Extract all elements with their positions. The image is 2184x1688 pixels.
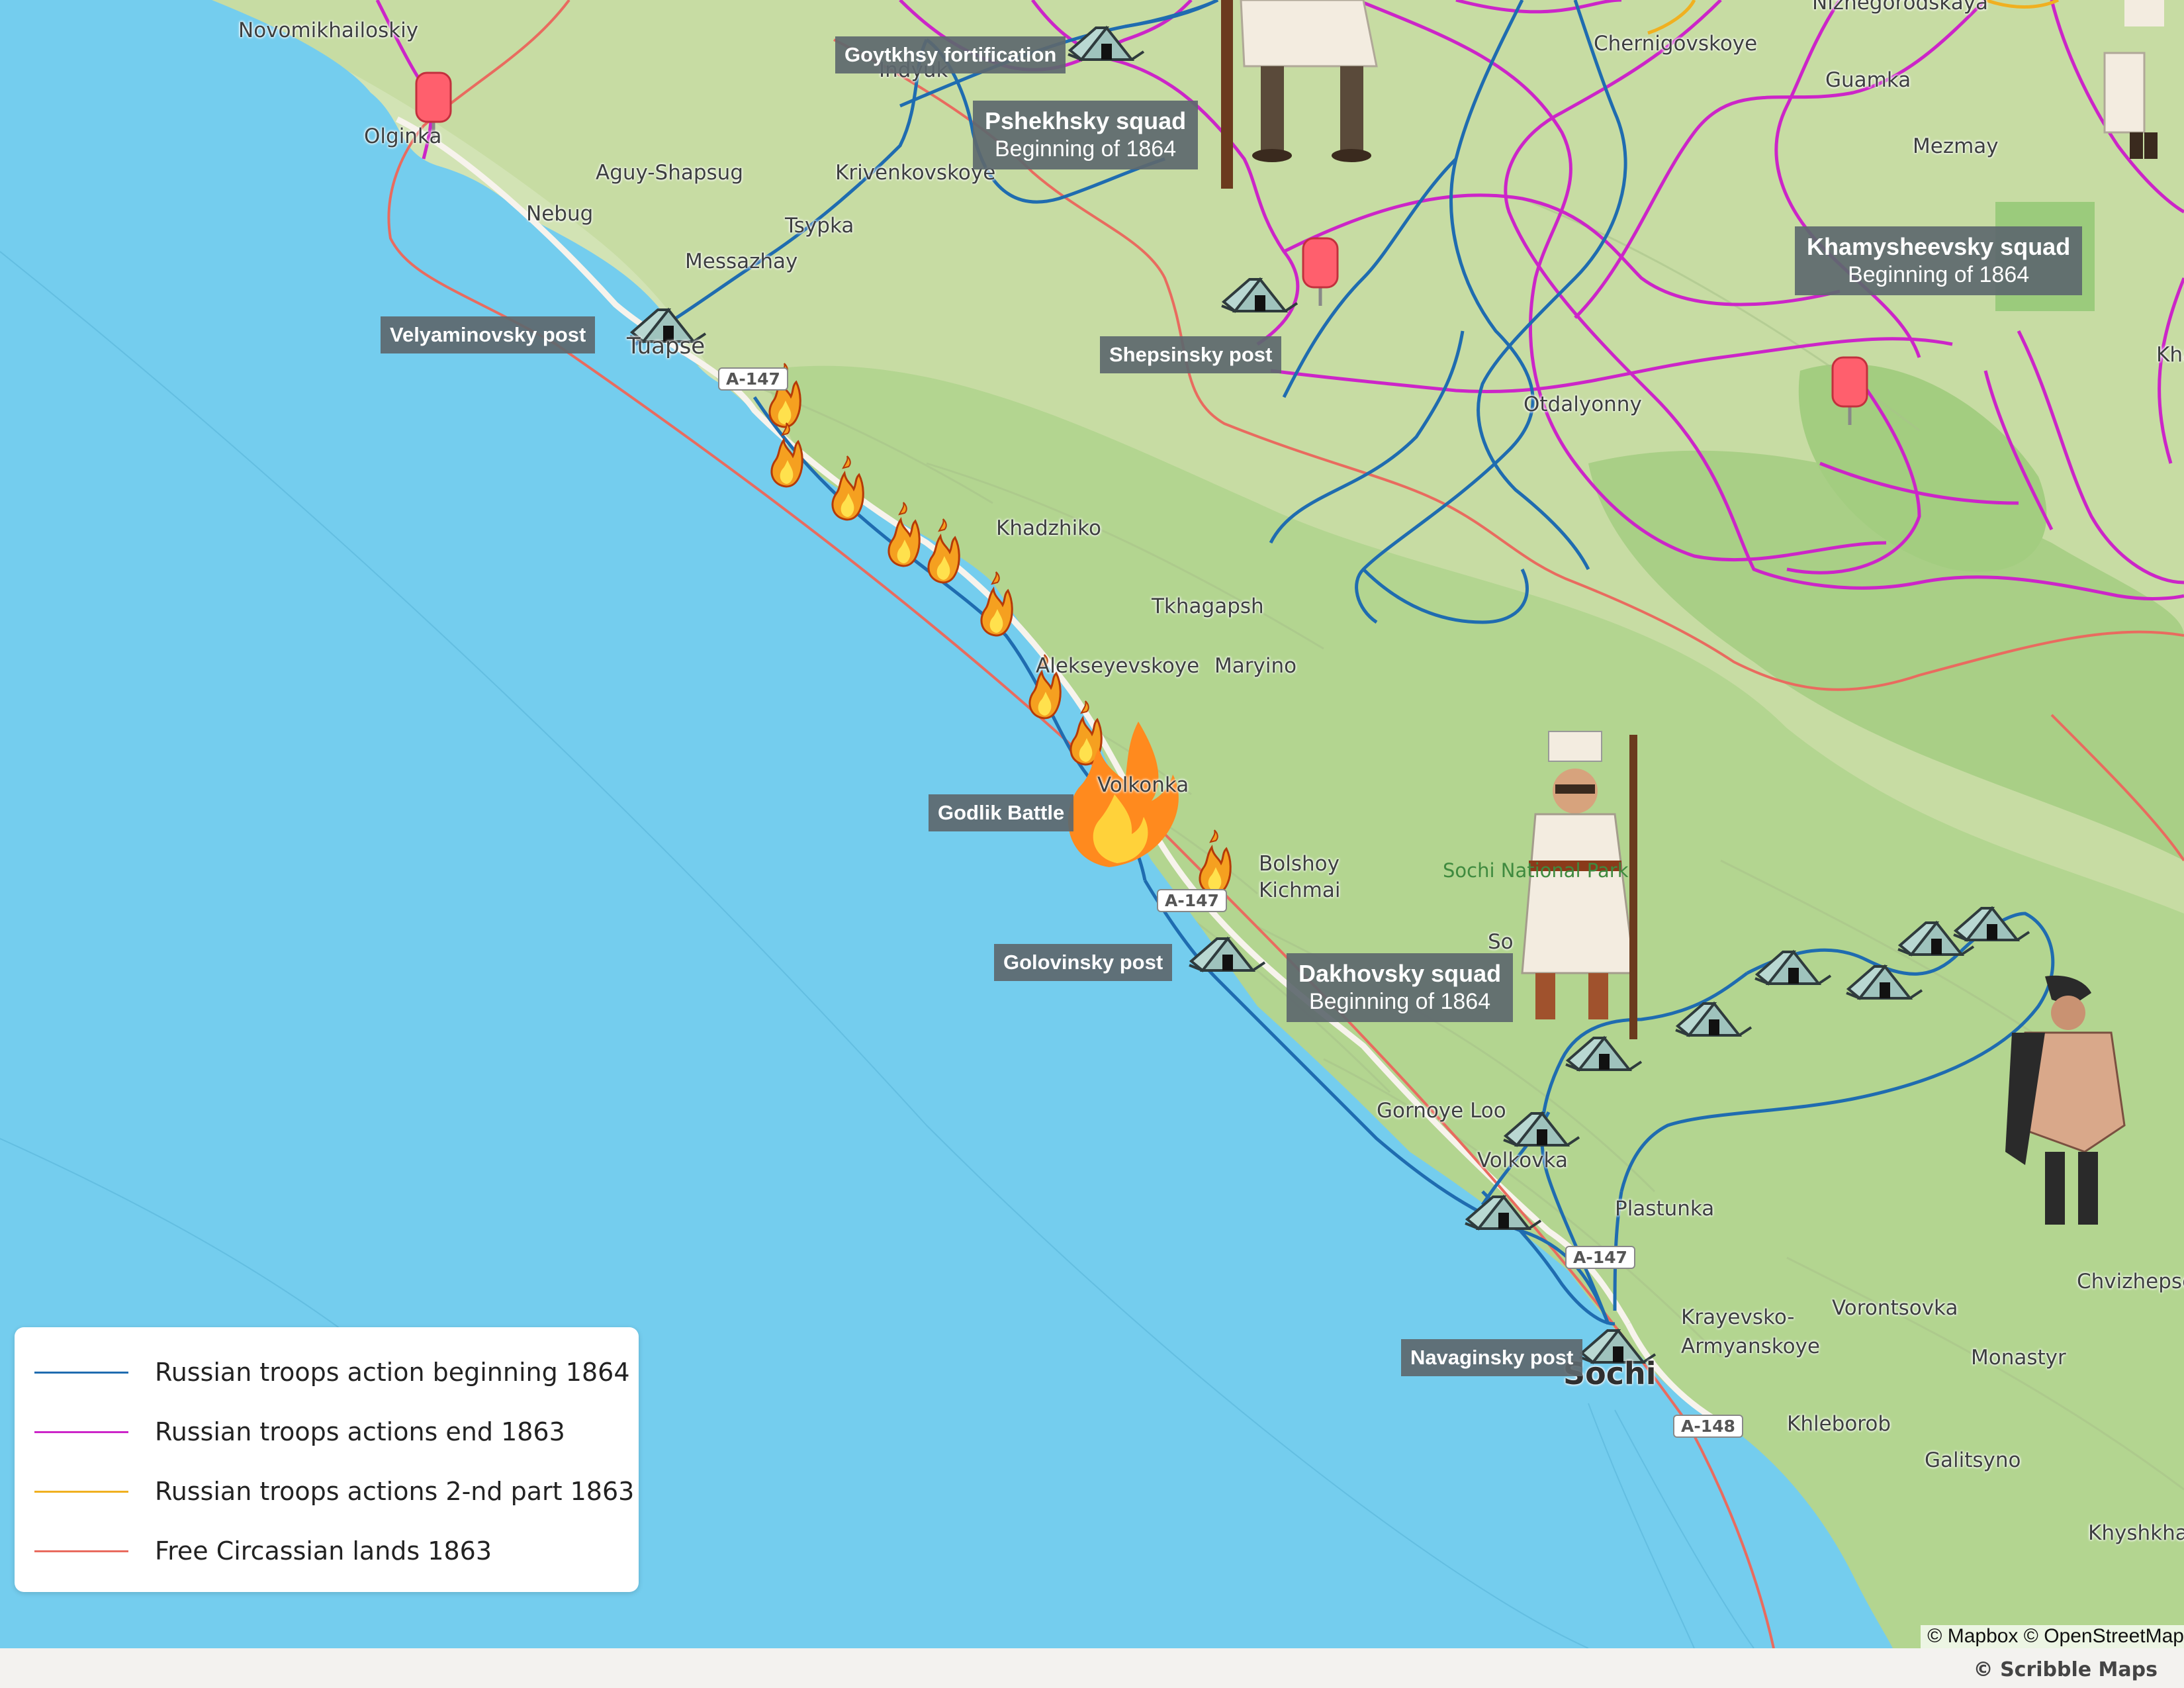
- town-label: Aguy-Shapsug: [596, 161, 743, 185]
- road-shield: A-147: [1157, 889, 1227, 912]
- post-label-navaginsky[interactable]: Navaginsky post: [1401, 1339, 1583, 1376]
- legend-swatch: [34, 1490, 128, 1493]
- legend-label: Free Circassian lands 1863: [155, 1536, 492, 1566]
- town-label: Chernigovskoye: [1594, 32, 1758, 56]
- town-label: Galitsyno: [1925, 1448, 2021, 1472]
- town-label: Tkhagapsh: [1152, 594, 1264, 618]
- town-label: Tsypka: [785, 214, 854, 238]
- town-label: Monastyr: [1971, 1346, 2066, 1370]
- road-shield: A-148: [1673, 1415, 1743, 1438]
- town-label: Bolshoy Kichmai: [1259, 852, 1341, 902]
- squad-name: Pshekhsky squad: [985, 107, 1187, 134]
- post-label-goytkhsy[interactable]: Goytkhsy fortification: [835, 36, 1066, 73]
- squad-label-dakhovsky[interactable]: Dakhovsky squad Beginning of 1864: [1287, 953, 1514, 1022]
- footer-bar: [0, 1648, 2184, 1688]
- post-label-velyaminovsky[interactable]: Velyaminovsky post: [381, 316, 596, 353]
- town-label: Plastunka: [1615, 1197, 1715, 1221]
- legend-swatch: [34, 1371, 128, 1374]
- legend-label: Russian troops actions end 1863: [155, 1417, 565, 1446]
- squad-date: Beginning of 1864: [1848, 262, 2030, 287]
- town-label: Gornoye Loo: [1377, 1099, 1506, 1123]
- town-label: Olginka: [364, 124, 442, 148]
- town-label: Otdalyonny: [1524, 393, 1642, 416]
- squad-name: Khamysheevsky squad: [1807, 233, 2071, 260]
- legend-label: Russian troops action beginning 1864: [155, 1358, 630, 1387]
- town-label: Khleborob: [1787, 1412, 1891, 1436]
- town-label: Volkovka: [1477, 1149, 1568, 1172]
- map-attribution[interactable]: © Mapbox © OpenStreetMap: [1921, 1625, 2184, 1650]
- squad-label-khamysheevsky[interactable]: Khamysheevsky squad Beginning of 1864: [1795, 226, 2083, 295]
- town-label: Krivenkovskoye: [835, 161, 996, 185]
- legend-label: Russian troops actions 2-nd part 1863: [155, 1477, 635, 1506]
- squad-date: Beginning of 1864: [995, 136, 1177, 162]
- town-label: Khyshkhari: [2088, 1521, 2184, 1545]
- battle-label-godlik[interactable]: Godlik Battle: [929, 794, 1074, 831]
- town-label: Kha: [2156, 343, 2184, 367]
- legend-swatch: [34, 1550, 128, 1552]
- town-label: Volkonka: [1097, 773, 1189, 797]
- town-label: So: [1488, 930, 1514, 954]
- legend-item: Russian troops action beginning 1864: [34, 1358, 630, 1387]
- town-label: Novomikhailoskiy: [238, 19, 419, 42]
- legend-item: Free Circassian lands 1863: [34, 1536, 492, 1566]
- town-label: Mezmay: [1913, 134, 1999, 158]
- brand-credit[interactable]: © Scribble Maps: [1974, 1658, 2158, 1681]
- town-label: Guamka: [1825, 68, 1911, 92]
- legend-item: Russian troops actions end 1863: [34, 1417, 565, 1446]
- town-label: Nizhegorodskaya: [1812, 0, 1989, 15]
- legend-swatch: [34, 1430, 128, 1433]
- legend-item: Russian troops actions 2-nd part 1863: [34, 1477, 635, 1506]
- squad-date: Beginning of 1864: [1309, 989, 1491, 1014]
- squad-label-pshekhsky[interactable]: Pshekhsky squad Beginning of 1864: [973, 101, 1199, 169]
- town-label: Messazhay: [685, 250, 798, 273]
- town-label: Alekseyevskoye: [1036, 654, 1200, 678]
- town-label: Maryino: [1214, 654, 1297, 678]
- park-label: Sochi National Park: [1443, 859, 1629, 882]
- squad-name: Dakhovsky squad: [1298, 960, 1502, 987]
- post-label-shepsinsky[interactable]: Shepsinsky post: [1100, 336, 1282, 373]
- road-shield: A-147: [718, 367, 788, 391]
- town-label: Chvizhepse: [2077, 1270, 2184, 1293]
- town-label: Vorontsovka: [1832, 1296, 1958, 1320]
- map-legend: Russian troops action beginning 1864 Rus…: [15, 1327, 639, 1592]
- town-label: Khadzhiko: [996, 516, 1101, 540]
- town-label: Krayevsko-Armyanskoye: [1681, 1305, 1820, 1358]
- town-label: Tuapse: [627, 333, 705, 359]
- road-shield: A-147: [1565, 1246, 1635, 1269]
- post-label-golovinsky[interactable]: Golovinsky post: [994, 944, 1173, 981]
- town-label: Nebug: [526, 202, 594, 226]
